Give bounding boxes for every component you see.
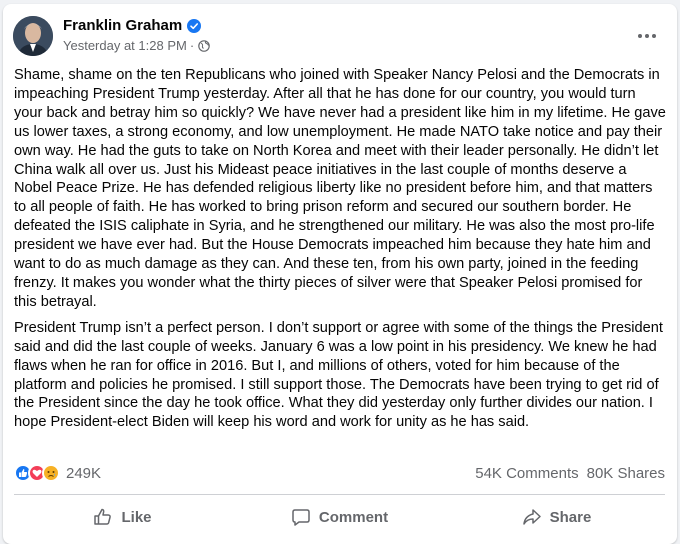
author-avatar[interactable] <box>13 16 53 56</box>
verified-badge-icon <box>187 18 202 33</box>
author-line: Franklin Graham <box>63 17 202 34</box>
reaction-count[interactable]: 249K <box>66 465 101 482</box>
post-paragraph: President Trump isn’t a perfect person. … <box>14 319 663 431</box>
post-paragraph: Shame, shame on the ten Republicans who … <box>14 67 666 310</box>
actions-divider <box>14 494 665 495</box>
comment-icon <box>292 509 310 526</box>
post-timestamp[interactable]: Yesterday at 1:28 PM <box>63 38 187 53</box>
post-stats: 249K 54K Comments 80K Shares <box>14 462 665 484</box>
thumbs-up-icon <box>94 508 112 525</box>
comment-button[interactable]: Comment <box>231 498 448 536</box>
meta-separator: · <box>189 38 195 53</box>
sad-reaction-icon <box>42 464 60 482</box>
post-header: Franklin Graham Yesterday at 1:28 PM · <box>13 16 665 58</box>
post-meta: Yesterday at 1:28 PM · <box>63 38 210 53</box>
like-button[interactable]: Like <box>14 498 231 536</box>
post-actions: Like Comment Share <box>14 498 665 536</box>
share-label: Share <box>549 508 592 526</box>
comments-count[interactable]: 54K Comments <box>475 465 578 482</box>
engagement-counts: 54K Comments 80K Shares <box>475 465 665 482</box>
comment-label: Comment <box>318 508 389 526</box>
author-name[interactable]: Franklin Graham <box>63 17 182 34</box>
shares-count[interactable]: 80K Shares <box>587 465 665 482</box>
share-icon <box>522 509 541 525</box>
facebook-post: Franklin Graham Yesterday at 1:28 PM · S… <box>3 4 677 544</box>
reactions-summary[interactable]: 249K <box>14 464 101 482</box>
more-options-icon[interactable] <box>633 22 661 50</box>
share-button[interactable]: Share <box>448 498 665 536</box>
globe-icon[interactable] <box>198 39 210 52</box>
like-label: Like <box>121 508 152 526</box>
post-body: Shame, shame on the ten Republicans who … <box>14 66 666 439</box>
